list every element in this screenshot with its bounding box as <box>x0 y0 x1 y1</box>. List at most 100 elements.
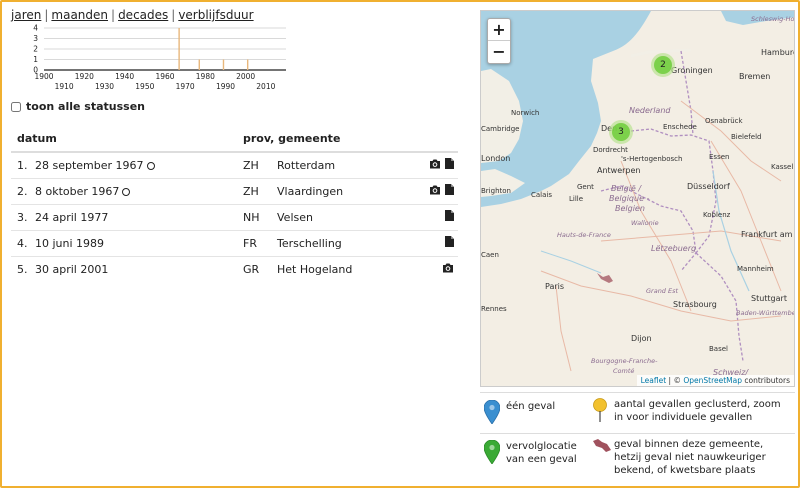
map-attribution: Leaflet | © OpenStreetMap contributors <box>636 375 794 386</box>
map-label-enschede: Enschede <box>663 123 697 131</box>
row-province: FR <box>243 230 277 257</box>
row-number: 4. <box>11 230 35 257</box>
table-row[interactable]: 3. 24 april 1977 NH Velsen <box>11 204 458 231</box>
row-icons <box>407 256 458 282</box>
table-row[interactable]: 1. 28 september 1967 ZH Rotterdam <box>11 152 458 179</box>
row-date[interactable]: 30 april 2001 <box>35 256 243 282</box>
map-label-stuttgart: Stuttgart <box>751 294 787 303</box>
histogram-bar <box>198 59 200 70</box>
map-label-norwich: Norwich <box>511 109 539 117</box>
legend-follow: vervolglocatie van een geval <box>483 439 592 467</box>
camera-icon[interactable] <box>429 159 441 172</box>
green-pin-icon <box>483 439 506 467</box>
document-icon[interactable] <box>445 210 454 224</box>
tab-jaren[interactable]: jaren <box>11 8 41 22</box>
row-icons <box>407 230 458 257</box>
x-tick-label: 2000 <box>236 72 255 81</box>
y-tick-label: 2 <box>33 45 38 54</box>
row-gemeente: Het Hogeland <box>277 262 353 276</box>
row-date[interactable]: 28 september 1967 <box>35 152 243 179</box>
leaflet-link[interactable]: Leaflet <box>641 376 667 385</box>
y-tick-label: 1 <box>33 55 38 64</box>
blue-pin-icon <box>483 399 506 427</box>
legend-divider <box>480 433 795 434</box>
x-tick-label: 1980 <box>196 72 215 81</box>
histogram-svg: 012341900 1920 1940 1960 1980 20001910 1930 195… <box>33 24 286 91</box>
circle-icon <box>146 161 155 170</box>
map-label-lille: Lille <box>569 195 583 203</box>
map-cluster-marker[interactable]: 2 <box>651 53 675 77</box>
row-date[interactable]: 24 april 1977 <box>35 204 243 231</box>
map-label-antwerpen: Antwerpen <box>597 166 641 175</box>
row-icons <box>407 152 458 179</box>
map-label-rennes: Rennes <box>481 305 507 313</box>
circle-icon <box>122 187 131 196</box>
zoom-out-button[interactable]: − <box>488 41 510 63</box>
tab-separator: | <box>171 8 176 22</box>
zoom-control: + − <box>487 18 511 64</box>
map-label-caen: Caen <box>481 251 499 259</box>
table-row[interactable]: 4. 10 juni 1989 FR Terschelling <box>11 230 458 257</box>
legend-cluster-text: aantal gevallen geclusterd, zoom in voor… <box>614 399 781 423</box>
document-icon[interactable] <box>445 158 454 172</box>
map-label-belgie: België / <box>611 184 642 193</box>
map-label-belgique: Belgique - <box>609 194 650 203</box>
row-province: ZH <box>243 178 277 205</box>
map-label-bourgogne: Bourgogne-Franche- <box>591 357 658 365</box>
document-icon[interactable] <box>445 184 454 198</box>
histogram-bar <box>222 59 225 70</box>
x-tick-label: 1900 <box>34 72 53 81</box>
map-label-london: London <box>481 154 510 163</box>
row-province: ZH <box>243 152 277 179</box>
row-province: GR <box>243 262 260 276</box>
table-row[interactable]: 2. 8 oktober 1967 ZH Vlaardingen <box>11 178 458 205</box>
row-icons <box>407 204 458 231</box>
date-text: 8 oktober 1967 <box>35 184 120 198</box>
x-tick-label: 1920 <box>75 72 94 81</box>
row-gemeente: Vlaardingen <box>277 178 407 205</box>
tab-verblijfsduur[interactable]: verblijfsduur <box>178 8 253 22</box>
document-icon[interactable] <box>445 236 454 250</box>
x-tick-label: 1940 <box>115 72 134 81</box>
map-cluster-marker[interactable]: 3 <box>609 120 633 144</box>
year-histogram: 0 1 2 3 4 1900 1920 1940 1960 1980 2000 1910 1930 195… <box>10 22 290 94</box>
map-label-comte: Comté <box>613 367 634 375</box>
row-number: 5. <box>17 262 28 276</box>
tab-decades[interactable]: decades <box>118 8 168 22</box>
y-tick-label: 4 <box>33 24 38 33</box>
map-label-wallonie: Wallonie <box>631 219 659 227</box>
map-label-essen: Essen <box>709 153 729 161</box>
tab-separator: | <box>111 8 116 22</box>
camera-icon[interactable] <box>429 185 441 198</box>
map[interactable]: Schleswig-Holstein Hamburg Groningen Bre… <box>480 10 795 387</box>
legend-divider <box>480 392 795 393</box>
date-text: 24 april 1977 <box>35 210 109 224</box>
row-date[interactable]: 10 juni 1989 <box>35 230 243 257</box>
row-icons <box>407 178 458 205</box>
row-gemeente: Rotterdam <box>277 152 407 179</box>
date-text: 28 september 1967 <box>35 158 144 172</box>
cluster-count: 3 <box>612 123 630 141</box>
column-datum[interactable]: datum <box>11 128 243 153</box>
attribution-sep: | © <box>666 376 684 385</box>
camera-icon[interactable] <box>442 263 454 276</box>
osm-link[interactable]: OpenStreetMap <box>683 376 742 385</box>
map-label-koblenz: Koblenz <box>703 211 731 219</box>
page-frame: jaren | maanden | decades | verblijfsduur 0123… <box>0 0 800 488</box>
yellow-pin-icon <box>592 398 614 425</box>
tab-maanden[interactable]: maanden <box>51 8 108 22</box>
status-checkbox[interactable] <box>11 101 21 112</box>
zoom-in-button[interactable]: + <box>488 19 510 41</box>
map-label-grandest: Grand Est <box>646 287 678 295</box>
row-number: 2. <box>11 178 35 205</box>
column-prov-gemeente[interactable]: prov, gemeente <box>243 128 458 153</box>
legend-follow-text: vervolglocatie van een geval <box>506 441 577 465</box>
row-date[interactable]: 8 oktober 1967 <box>35 178 243 205</box>
map-label-mannheim: Mannheim <box>737 265 774 273</box>
date-text: 30 april 2001 <box>35 262 109 276</box>
status-toggle[interactable]: toon alle statussen <box>11 100 145 113</box>
view-tabs: jaren | maanden | decades | verblijfsduur <box>11 8 254 22</box>
map-label-strasbourg: Strasbourg <box>673 300 717 309</box>
tab-separator: | <box>44 8 49 22</box>
table-row[interactable]: 5. 30 april 2001 GR Het Hogeland <box>11 256 458 282</box>
